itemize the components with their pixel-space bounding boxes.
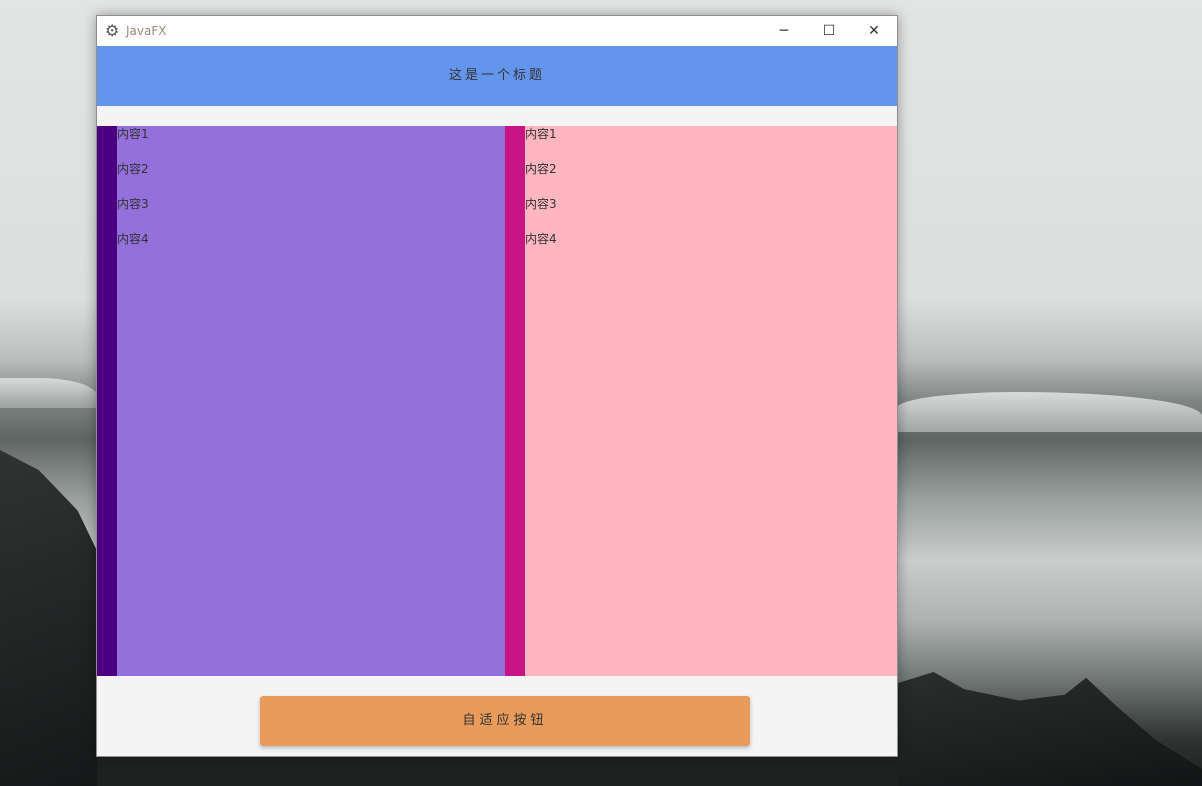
background-rocks	[97, 756, 897, 786]
left-panel: 内容1 内容2 内容3 内容4	[117, 126, 505, 676]
left-list-item: 内容2	[117, 162, 149, 176]
adaptive-button[interactable]: 自适应按钮	[260, 696, 750, 746]
page-title: 这是一个标题	[97, 46, 897, 106]
minimize-button[interactable]: ─	[761, 16, 807, 46]
gear-icon: ⚙	[105, 21, 120, 40]
right-panel-bar	[505, 126, 525, 676]
left-panel-bar	[97, 126, 117, 676]
window-title: JavaFX	[126, 24, 167, 38]
title-bar[interactable]: ⚙ JavaFX ─ ☐ ✕	[97, 16, 897, 46]
background-wave	[897, 392, 1202, 432]
left-list-item: 内容3	[117, 197, 149, 211]
app-window: ⚙ JavaFX ─ ☐ ✕ 这是一个标题 内容1 内容2 内容3 内容4 内容…	[96, 15, 898, 757]
right-panel: 内容1 内容2 内容3 内容4	[525, 126, 897, 676]
maximize-button[interactable]: ☐	[806, 16, 852, 46]
close-button[interactable]: ✕	[851, 16, 897, 46]
right-list-item: 内容1	[525, 127, 557, 141]
background-wave	[0, 378, 97, 408]
right-list-item: 内容2	[525, 162, 557, 176]
right-list-item: 内容3	[525, 197, 557, 211]
background-rocks	[0, 450, 97, 786]
left-list-item: 内容4	[117, 232, 149, 246]
right-list-item: 内容4	[525, 232, 557, 246]
left-list-item: 内容1	[117, 127, 149, 141]
background-rocks	[897, 672, 1202, 786]
